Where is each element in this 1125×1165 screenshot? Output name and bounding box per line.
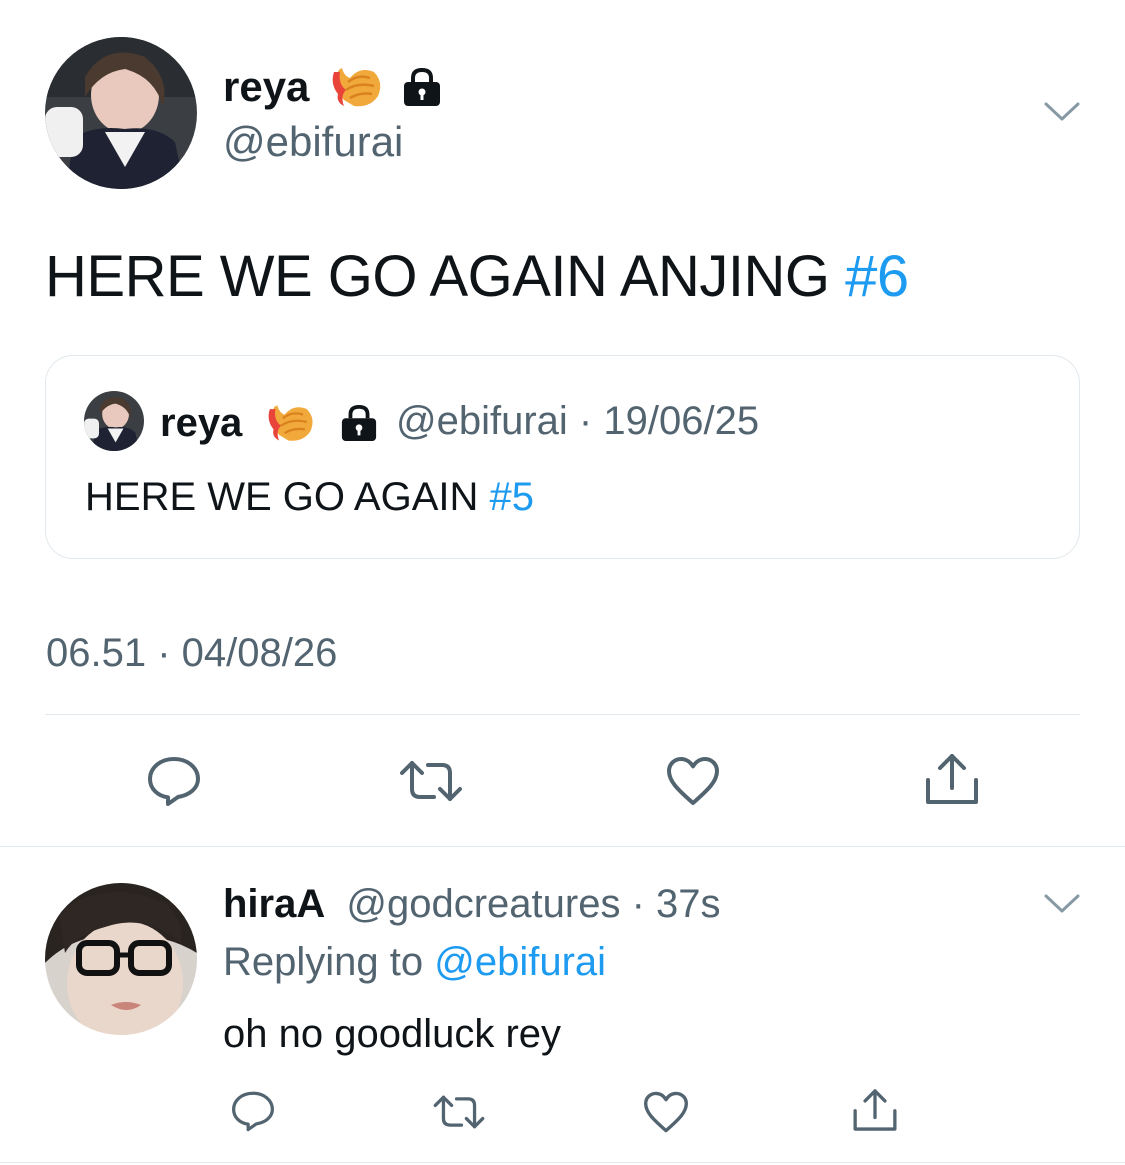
quoted-date: 19/06/25 [603,399,760,443]
lock-icon [402,66,442,108]
tweet-hashtag[interactable]: #6 [845,244,909,309]
reply-header: hiraA @godcreatures · 37s [223,880,721,928]
share-icon[interactable] [850,1086,900,1134]
reply-icon[interactable] [230,1090,276,1132]
fried-shrimp-emoji [330,60,386,112]
chevron-down-icon[interactable] [1043,892,1081,916]
quoted-hashtag[interactable]: #5 [490,475,535,519]
divider [0,1162,1125,1163]
tweet-text: HERE WE GO AGAIN ANJING #6 [45,242,909,312]
reply-text: oh no goodluck rey [223,1012,562,1056]
like-icon[interactable] [665,755,721,807]
quoted-tweet-card[interactable] [45,355,1080,559]
quoted-display-name: reya [160,401,243,445]
divider [0,846,1125,847]
reply-display-name[interactable]: hiraA [223,882,325,926]
lock-icon [340,403,378,443]
reply-handle[interactable]: @godcreatures [346,882,620,926]
chevron-down-icon[interactable] [1043,100,1081,124]
replying-to: Replying to @ebifurai [223,938,606,986]
reply-time: 37s [656,882,721,926]
author-handle[interactable]: @ebifurai [223,117,403,167]
tweet-timestamp: 06.51 · 04/08/26 [46,631,338,675]
meta-separator: · [578,399,593,443]
divider [45,714,1080,715]
like-icon[interactable] [642,1090,690,1134]
quoted-text-body: HERE WE GO AGAIN [85,475,479,519]
quoted-meta: @ebifurai · 19/06/25 [396,398,759,444]
reply-icon[interactable] [146,755,202,807]
replying-to-handle[interactable]: @ebifurai [434,940,606,984]
fried-shrimp-emoji [265,398,319,446]
meta-separator: · [631,882,645,926]
replying-to-label: Replying to [223,940,424,984]
author-display-name[interactable]: reya [223,62,309,112]
quoted-text: HERE WE GO AGAIN #5 [85,474,534,520]
share-icon[interactable] [922,750,982,808]
tweet-text-body: HERE WE GO AGAIN ANJING [45,244,830,309]
retweet-icon[interactable] [432,1092,486,1132]
quoted-author-avatar [84,391,144,451]
retweet-icon[interactable] [398,757,464,805]
author-avatar[interactable] [45,37,197,189]
quoted-handle: @ebifurai [396,399,568,443]
reply-author-avatar[interactable] [45,883,197,1035]
